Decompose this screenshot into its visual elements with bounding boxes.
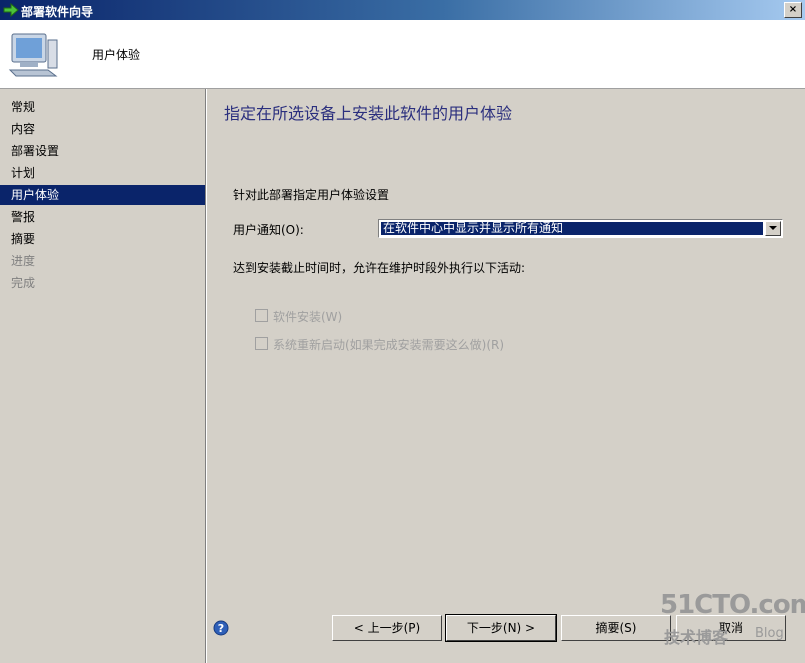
watermark-brand: 51CTO.com [660,590,805,620]
watermark-subtitle: 技术博客 [664,628,729,647]
wizard-header: 用户体验 [0,20,805,89]
user-notification-select[interactable]: 在软件中心中显示并显示所有通知 [378,219,783,238]
deadline-text: 达到安装截止时间时，允许在维护时段外执行以下活动: [233,261,526,275]
section-label: 针对此部署指定用户体验设置 [233,188,390,202]
watermark-blog: Blog [755,626,784,641]
sidebar-divider [205,89,207,663]
chevron-down-icon [769,226,777,230]
summary-button[interactable]: 摘要(S) [561,615,671,641]
back-button[interactable]: < 上一步(P) [332,615,442,641]
svg-text:?: ? [218,622,224,635]
nav-item-general[interactable]: 常规 [0,97,205,117]
header-title: 用户体验 [92,48,141,62]
window-titlebar: 部署软件向导 × [0,0,805,20]
help-icon[interactable]: ? [213,620,229,636]
nav-item-progress: 进度 [11,254,36,268]
system-restart-label: 系统重新启动(如果完成安装需要这么做)(R) [273,338,505,352]
page-title: 指定在所选设备上安装此软件的用户体验 [224,104,513,123]
next-button[interactable]: 下一步(N) > [445,614,557,642]
nav-item-alerts[interactable]: 警报 [0,207,205,227]
software-install-checkbox [255,309,268,322]
close-button[interactable]: × [784,2,802,18]
nav-item-content[interactable]: 内容 [0,119,205,139]
notification-label: 用户通知(O): [233,223,304,237]
arrow-right-icon [3,3,19,17]
system-restart-checkbox [255,337,268,350]
window-title: 部署软件向导 [21,5,94,19]
nav-item-deployment-settings[interactable]: 部署设置 [0,141,205,161]
dropdown-arrow-button[interactable] [765,221,781,236]
computer-icon [8,33,58,77]
nav-item-schedule[interactable]: 计划 [0,163,205,183]
software-install-label: 软件安装(W) [273,310,343,324]
nav-item-user-experience[interactable]: 用户体验 [0,185,205,205]
wizard-steps-sidebar: 常规 内容 部署设置 计划 用户体验 警报 摘要 进度 完成 [0,89,205,663]
nav-item-completion: 完成 [11,276,36,290]
watermark: 51CTO.com 技术博客 Blog [660,590,805,650]
nav-item-summary[interactable]: 摘要 [0,229,205,249]
user-notification-value: 在软件中心中显示并显示所有通知 [381,222,763,235]
